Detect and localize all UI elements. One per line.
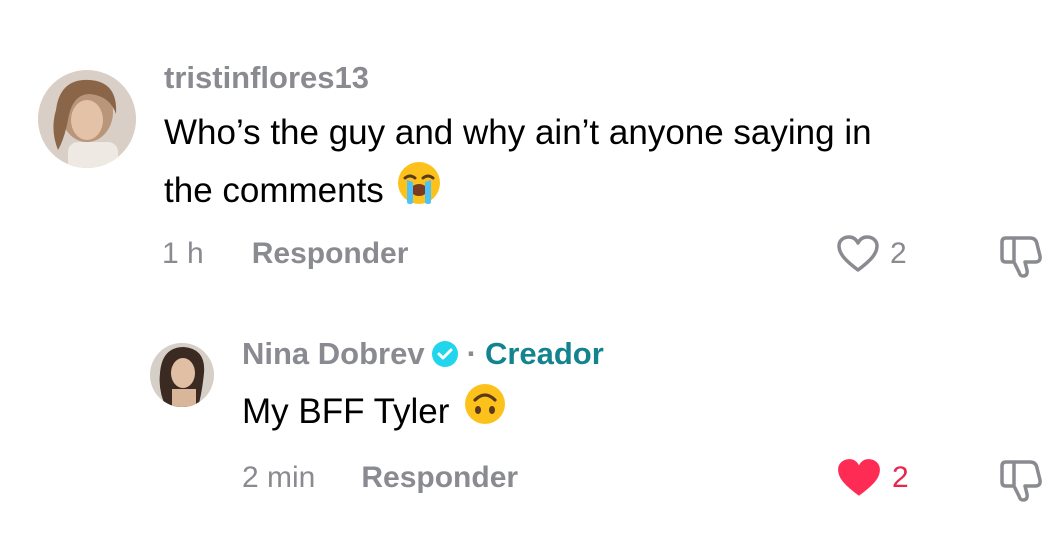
- upside-down-face-emoji: [463, 382, 507, 442]
- like-button[interactable]: 2: [836, 232, 907, 276]
- dislike-button[interactable]: [996, 456, 1044, 504]
- comment-meta: 2 min Responder: [242, 456, 518, 500]
- comment-text-line: the comments: [164, 160, 872, 222]
- like-count: 2: [892, 461, 909, 494]
- avatar[interactable]: [38, 70, 136, 168]
- comment-text: Who’s the guy and why ain’t anyone sayin…: [164, 106, 872, 222]
- username-text[interactable]: tristinflores13: [164, 60, 369, 96]
- separator-dot: ·: [466, 336, 477, 371]
- comment-time: 1 h: [162, 237, 204, 270]
- comment-meta: 1 h Responder: [162, 232, 408, 276]
- comment-text: My BFF Tyler: [242, 382, 507, 442]
- username-text[interactable]: Nina Dobrev: [242, 336, 425, 372]
- thumbs-down-icon[interactable]: [996, 232, 1044, 280]
- reply-button[interactable]: Responder: [252, 237, 409, 271]
- comment-time: 2 min: [242, 461, 316, 494]
- heart-filled-icon[interactable]: [836, 457, 882, 499]
- comment-text-line: Who’s the guy and why ain’t anyone sayin…: [164, 113, 872, 152]
- thumbs-down-icon[interactable]: [996, 456, 1044, 504]
- reply-button[interactable]: Responder: [361, 461, 518, 495]
- comment-text-segment: the comments: [164, 171, 384, 210]
- avatar-photo: [150, 343, 214, 407]
- comment-username[interactable]: tristinflores13: [164, 58, 369, 98]
- avatar[interactable]: [150, 343, 214, 407]
- creator-badge: Creador: [484, 336, 604, 371]
- comment-username: Nina Dobrev · Creador: [242, 334, 604, 374]
- heart-outline-icon[interactable]: [836, 234, 880, 274]
- like-count: 2: [890, 237, 907, 270]
- dislike-button[interactable]: [996, 232, 1044, 280]
- verified-badge-icon: [431, 341, 458, 367]
- avatar-photo: [38, 70, 136, 168]
- like-button[interactable]: 2: [836, 456, 909, 500]
- loudly-crying-face-emoji: [396, 160, 442, 222]
- comment-text-segment: My BFF Tyler: [242, 392, 450, 431]
